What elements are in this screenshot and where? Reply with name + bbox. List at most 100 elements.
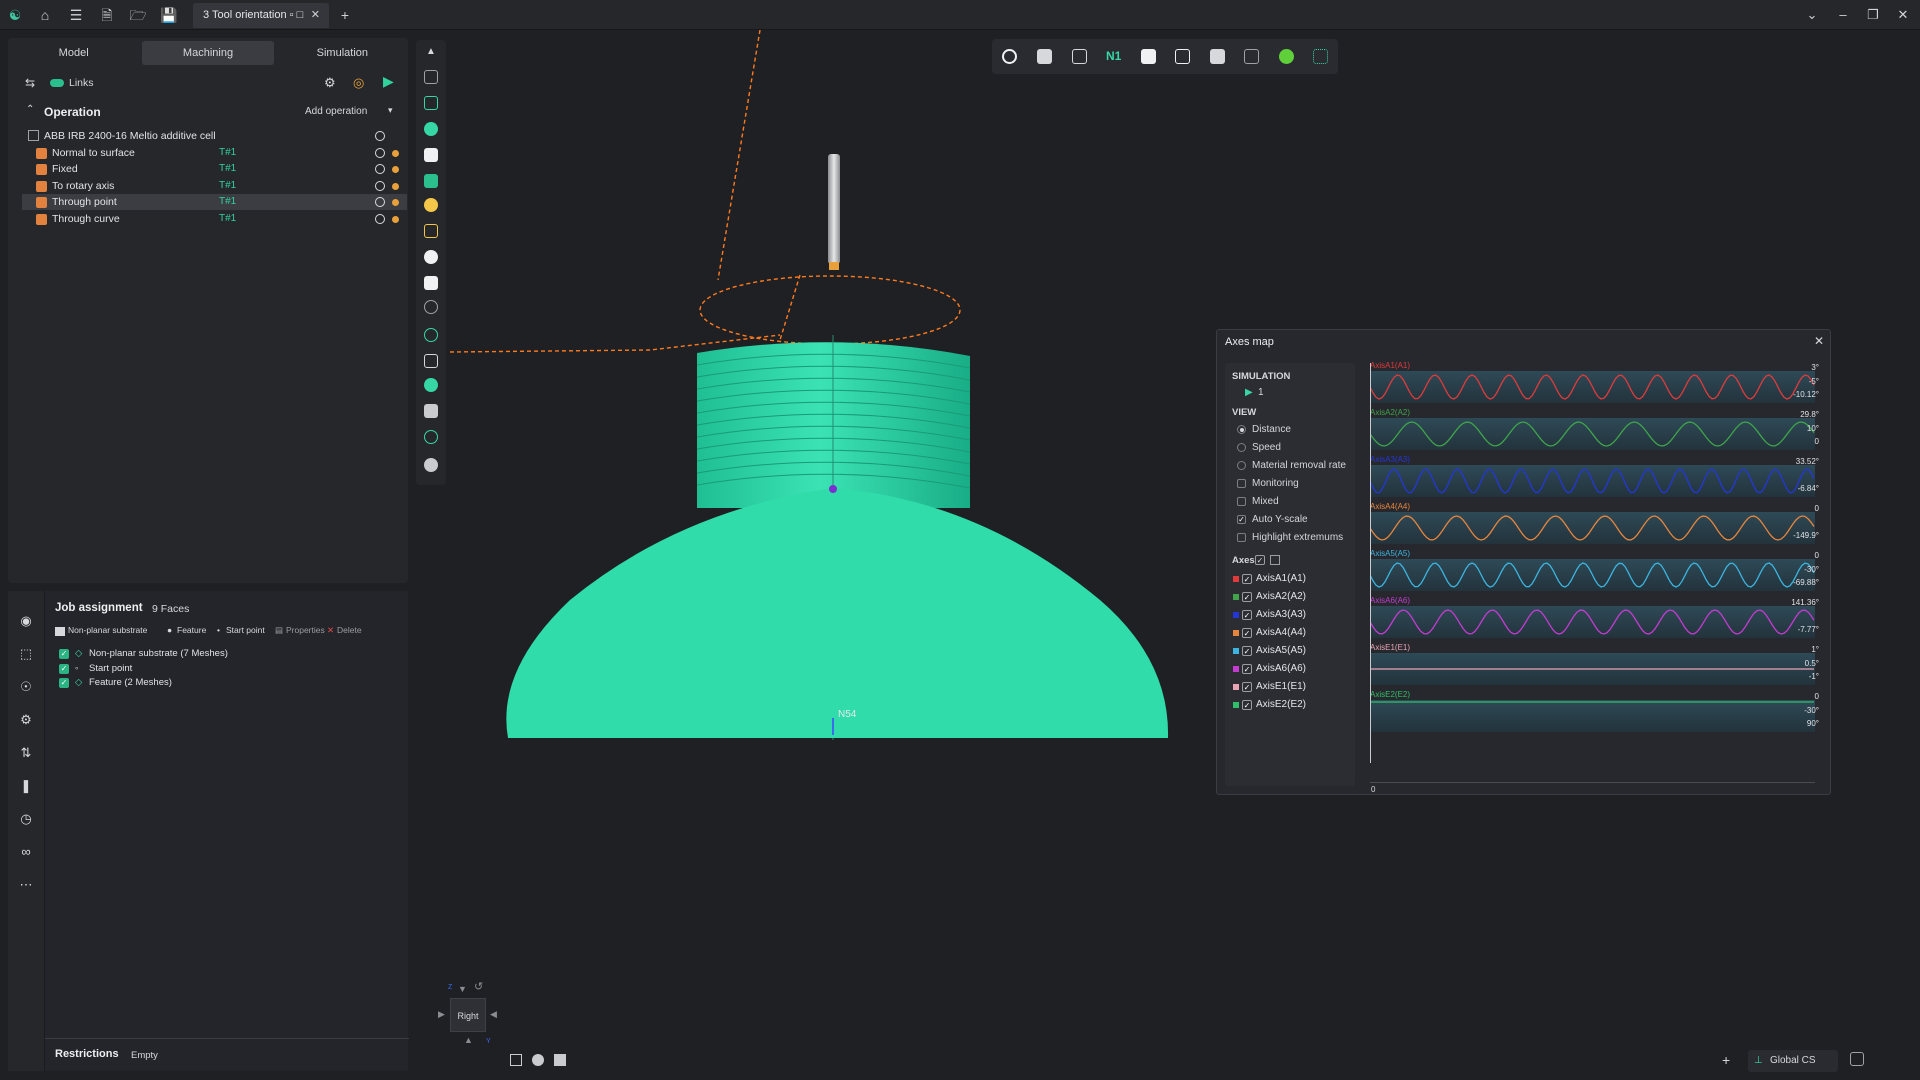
document-tab[interactable]: 3 Tool orientation ▫ □ ✕ (193, 3, 329, 28)
close-tab-icon[interactable]: ✕ (311, 3, 320, 28)
add-operation-dropdown-icon[interactable]: ▾ (388, 105, 393, 116)
axis-graph[interactable] (1370, 653, 1815, 685)
simulate-icon[interactable] (1037, 49, 1052, 64)
start-point-marker[interactable] (829, 485, 837, 493)
stock-icon[interactable] (424, 174, 438, 188)
non-planar-substrate-button[interactable]: Non-planar substrate (68, 625, 147, 635)
axis-graph[interactable] (1370, 371, 1815, 403)
chevron-down-icon[interactable]: ⌄ (1803, 6, 1821, 24)
properties-button[interactable]: Properties (286, 625, 325, 635)
palette-icon[interactable]: ◉ (18, 613, 34, 629)
add-operation-button[interactable]: Add operation (305, 106, 367, 117)
restore-icon[interactable]: ❐ (1864, 6, 1882, 24)
robot-icon[interactable] (1279, 49, 1294, 64)
holder-icon[interactable] (424, 250, 438, 264)
arrow-up-icon[interactable]: ▼ (458, 984, 467, 994)
open-folder-icon[interactable]: 🗁 (129, 6, 147, 24)
compass-icon[interactable]: ☉ (18, 679, 34, 695)
non-planar-substrate[interactable] (506, 488, 1169, 738)
add-button[interactable]: + (1722, 1052, 1730, 1068)
start-point-button[interactable]: Start point (226, 625, 265, 635)
axis-graph[interactable] (1370, 700, 1815, 732)
axis-graph[interactable] (1370, 606, 1815, 638)
visibility-icon[interactable] (375, 181, 385, 191)
export-icon[interactable] (1072, 49, 1087, 64)
curve-icon[interactable] (424, 354, 438, 368)
fixture-icon[interactable] (424, 300, 438, 314)
target-icon[interactable]: ◎ (353, 75, 364, 91)
visibility-icon[interactable] (375, 214, 385, 224)
sphere-icon[interactable] (424, 122, 438, 136)
refresh-icon[interactable] (1002, 49, 1017, 64)
axis-graph[interactable] (1370, 559, 1815, 591)
play-icon[interactable]: ▶ (383, 73, 394, 90)
gift-icon[interactable] (1175, 49, 1190, 64)
check-icon[interactable]: ✓ (59, 649, 69, 659)
links-icon[interactable]: ⇆ (25, 76, 39, 90)
tab-model[interactable]: Model (8, 38, 139, 68)
menu-icon[interactable]: ☰ (67, 6, 85, 24)
coordinate-system-selector[interactable]: ⊥ Global CS (1748, 1050, 1838, 1072)
save-icon[interactable]: 💾 (160, 6, 178, 24)
report-icon[interactable] (1141, 49, 1156, 64)
tool-holder-icon[interactable]: ❚ (18, 778, 34, 794)
axes-map-icon[interactable] (1244, 49, 1259, 64)
fit-view-icon[interactable] (510, 1054, 522, 1066)
view-cube[interactable]: Right Z Y ▼ ↺ ▶ ◀ ▲ (438, 980, 508, 1050)
check-icon[interactable]: ✓ (59, 678, 69, 688)
surface-icon[interactable] (424, 378, 438, 392)
tree-cell-row[interactable]: ABB IRB 2400-16 Meltio additive cell (22, 128, 407, 144)
chevron-up-icon[interactable]: ⌃ (26, 104, 34, 115)
visibility-icon[interactable] (375, 148, 385, 158)
axis-graph[interactable] (1370, 418, 1815, 450)
operation-row[interactable]: Through curve T#1 (22, 211, 407, 227)
gear-icon[interactable]: ⚙ (324, 75, 336, 91)
calculator-icon[interactable] (1210, 49, 1225, 64)
check-icon[interactable]: ✓ (59, 664, 69, 674)
links-toggle[interactable] (50, 79, 64, 87)
layer-icon[interactable] (424, 404, 438, 418)
new-tab-button[interactable]: + (336, 6, 354, 24)
link-icon[interactable]: ∞ (18, 844, 34, 860)
clock-icon[interactable]: ◷ (18, 811, 34, 827)
visibility-icon[interactable] (375, 164, 385, 174)
axis-graph[interactable] (1370, 512, 1815, 544)
axes-all-check-icon[interactable]: ✓ (1255, 555, 1265, 565)
operation-row-selected[interactable]: Through point T#1 (22, 194, 407, 210)
light-icon[interactable] (424, 198, 438, 212)
new-file-icon[interactable]: 🗎 (98, 6, 116, 24)
visibility-icon[interactable] (375, 131, 385, 141)
notification-icon[interactable] (1850, 1052, 1864, 1066)
arrow-right-icon[interactable]: ◀ (490, 1009, 497, 1020)
point-icon[interactable] (424, 328, 438, 342)
home-icon[interactable]: ⌂ (36, 6, 54, 24)
minimize-icon[interactable]: – (1834, 6, 1852, 24)
operation-row[interactable]: Normal to surface T#1 (22, 145, 407, 161)
tool-icon[interactable] (424, 224, 438, 238)
settings-icon[interactable]: ⚙ (18, 712, 34, 728)
more-icon[interactable]: ⋯ (18, 877, 34, 893)
playhead-line[interactable] (1370, 363, 1371, 763)
delete-button[interactable]: Delete (337, 625, 362, 635)
arrow-down-icon[interactable]: ▲ (464, 1035, 473, 1045)
tab-simulation[interactable]: Simulation (277, 38, 408, 68)
levels-icon[interactable]: ⇅ (18, 745, 34, 761)
shading-icon[interactable] (532, 1054, 544, 1066)
close-icon[interactable]: ✕ (1814, 334, 1824, 348)
arrow-left-icon[interactable]: ▶ (438, 1009, 445, 1020)
sim-expand-icon[interactable]: ▶ (1245, 387, 1253, 398)
pattern-icon[interactable] (424, 96, 438, 110)
visibility-icon[interactable] (375, 197, 385, 207)
rotate-icon[interactable]: ↺ (474, 980, 483, 993)
close-window-icon[interactable]: ✕ (1894, 6, 1912, 24)
grid-view-icon[interactable] (1313, 49, 1328, 64)
plane-icon[interactable] (424, 148, 438, 162)
comment-icon[interactable] (424, 458, 438, 472)
toolpath-icon[interactable] (424, 70, 438, 84)
collapse-up-icon[interactable]: ▲ (424, 46, 438, 60)
axis-graph[interactable] (1370, 465, 1815, 497)
operation-row[interactable]: Fixed T#1 (22, 161, 407, 177)
tab-machining[interactable]: Machining (142, 41, 274, 65)
nc-code-icon[interactable]: N1 (1106, 49, 1121, 64)
cube-view-icon[interactable] (554, 1054, 566, 1066)
